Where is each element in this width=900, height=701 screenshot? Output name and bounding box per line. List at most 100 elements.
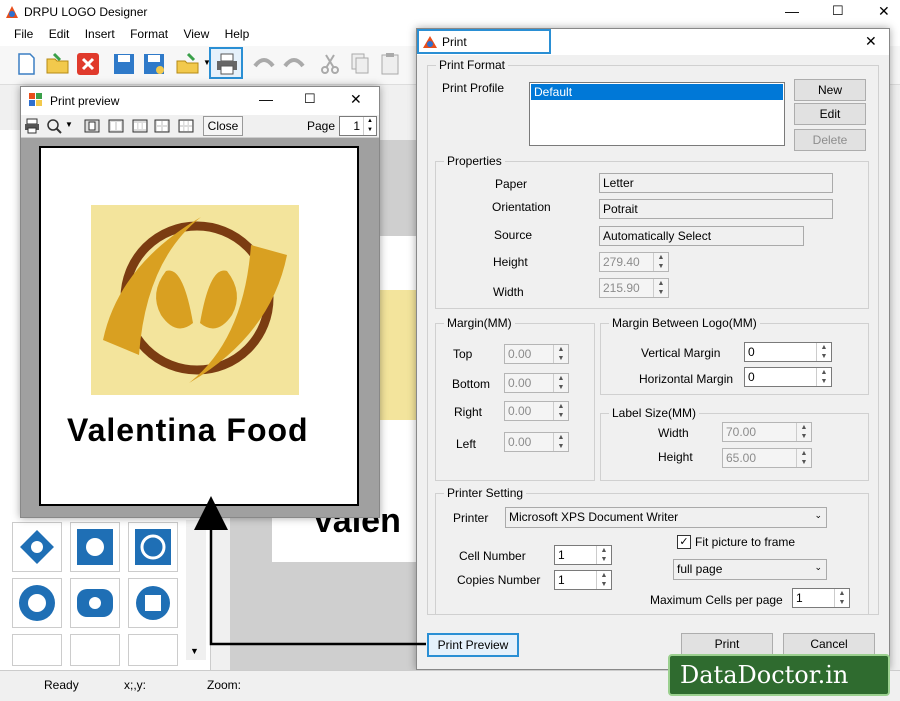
properties-title: Properties [444, 154, 505, 168]
six-pages-icon[interactable] [178, 119, 194, 133]
shapes-scrollbar[interactable]: ▼ [186, 520, 206, 660]
menu-insert[interactable]: Insert [79, 24, 121, 44]
margin-title: Margin(MM) [444, 316, 515, 330]
printer-setting-title: Printer Setting [444, 486, 527, 500]
paper-field[interactable]: Letter [599, 173, 833, 193]
printer-select[interactable]: Microsoft XPS Document Writer ⌄ [505, 507, 827, 528]
preview-close-label-button[interactable]: Close [203, 116, 243, 136]
menu-help[interactable]: Help [219, 24, 256, 44]
cut-icon[interactable] [316, 50, 344, 78]
scroll-down-icon[interactable]: ▼ [190, 646, 199, 656]
swirl-shape-icon [135, 529, 171, 565]
fit-mode-dropdown-icon[interactable]: ⌄ [814, 562, 822, 573]
shape-tile[interactable] [128, 522, 178, 572]
orientation-field[interactable]: Potrait [599, 199, 833, 219]
printer-icon [217, 53, 237, 75]
menu-file[interactable]: File [8, 24, 39, 44]
new-profile-button[interactable]: New [794, 79, 866, 101]
four-pages-icon[interactable] [154, 119, 170, 133]
margin-top-label: Top [453, 347, 473, 361]
label-height-spinner[interactable]: 65.00 ▲ ▼ [722, 448, 812, 468]
page-spinner[interactable]: 1 ▲ ▼ [339, 116, 377, 136]
new-file-icon[interactable] [12, 50, 40, 78]
save-as-icon[interactable] [140, 50, 168, 78]
source-field[interactable]: Automatically Select [599, 226, 804, 246]
shape-tile[interactable] [12, 522, 62, 572]
preview-close-button[interactable]: ✕ [350, 91, 362, 108]
print-toolbar-button[interactable] [209, 47, 243, 79]
print-profile-list[interactable]: Default [529, 82, 785, 146]
cell-number-spinner[interactable]: 1 ▲ ▼ [554, 545, 612, 565]
margin-bottom-value: 0.00 [508, 376, 532, 390]
close-button[interactable]: ✕ [878, 3, 890, 20]
label-height-value: 65.00 [726, 451, 757, 465]
paper-height-spinner[interactable]: 279.40 ▲ ▼ [599, 252, 669, 272]
print-dialog: Print ✕ Print Format Print Profile Defau… [416, 28, 890, 670]
menu-view[interactable]: View [177, 24, 215, 44]
copy-icon[interactable] [346, 50, 374, 78]
one-page-icon[interactable] [84, 119, 100, 133]
paper-height-value: 279.40 [603, 255, 640, 269]
print-dialog-close-button[interactable]: ✕ [865, 33, 877, 50]
open-folder-icon[interactable] [44, 50, 72, 78]
delete-icon[interactable] [74, 50, 102, 78]
horizontal-margin-spinner[interactable]: 0 ▲ ▼ [744, 367, 832, 387]
margin-top-spinner[interactable]: 0.00 ▲ ▼ [504, 344, 569, 364]
paper-width-value: 215.90 [603, 281, 640, 295]
preview-minimize-button[interactable]: — [259, 91, 273, 107]
copies-number-label: Copies Number [457, 573, 541, 587]
printer-dropdown-icon[interactable]: ⌄ [814, 510, 822, 521]
margin-right-spinner[interactable]: 0.00 ▲ ▼ [504, 401, 569, 421]
label-size-title: Label Size(MM) [609, 406, 700, 420]
max-cells-spinner[interactable]: 1 ▲ ▼ [792, 588, 850, 608]
print-button[interactable]: Print [681, 633, 773, 655]
margin-bottom-spinner[interactable]: 0.00 ▲ ▼ [504, 373, 569, 393]
preview-maximize-button[interactable]: ☐ [304, 91, 316, 107]
delete-profile-button[interactable]: Delete [794, 129, 866, 151]
copies-number-spinner[interactable]: 1 ▲ ▼ [554, 570, 612, 590]
fit-picture-checkbox[interactable]: ✓ [677, 535, 691, 549]
shape-tile[interactable] [128, 634, 178, 666]
maximize-button[interactable]: ☐ [832, 3, 844, 19]
menu-format[interactable]: Format [124, 24, 174, 44]
page-spinner-arrows[interactable]: ▲ ▼ [363, 117, 376, 135]
app-title-bar: DRPU LOGO Designer — ☐ ✕ [0, 0, 900, 24]
shape-tile[interactable] [70, 522, 120, 572]
zoom-dropdown-icon[interactable]: ▼ [65, 120, 73, 129]
minimize-button[interactable]: — [785, 3, 799, 19]
label-width-label: Width [658, 426, 689, 440]
print-preview-button[interactable]: Print Preview [427, 633, 519, 657]
preview-window-icon [29, 93, 42, 106]
shape-tile[interactable] [70, 634, 120, 666]
edit-profile-button[interactable]: Edit [794, 103, 866, 125]
redo-icon[interactable] [280, 50, 308, 78]
zoom-icon[interactable] [46, 118, 62, 134]
preview-area: Valentina Food [21, 138, 379, 517]
shape-tile[interactable] [12, 578, 62, 628]
margin-between-title: Margin Between Logo(MM) [609, 316, 760, 330]
shape-tile[interactable] [128, 578, 178, 628]
paper-width-spinner[interactable]: 215.90 ▲ ▼ [599, 278, 669, 298]
export-icon[interactable] [174, 50, 202, 78]
horizontal-margin-label: Horizontal Margin [639, 372, 734, 386]
cancel-button[interactable]: Cancel [783, 633, 875, 655]
profile-item-default[interactable]: Default [531, 84, 783, 100]
menu-edit[interactable]: Edit [43, 24, 76, 44]
two-pages-icon[interactable] [108, 119, 124, 133]
margin-top-value: 0.00 [508, 347, 532, 361]
save-icon[interactable] [110, 50, 138, 78]
paste-icon[interactable] [376, 50, 404, 78]
margin-left-spinner[interactable]: 0.00 ▲ ▼ [504, 432, 569, 452]
shape-tile[interactable] [12, 634, 62, 666]
vertical-margin-spinner[interactable]: 0 ▲ ▼ [744, 342, 832, 362]
margin-left-label: Left [456, 437, 477, 451]
ornament-shape-icon [136, 586, 170, 620]
three-pages-icon[interactable] [132, 119, 148, 133]
label-width-spinner[interactable]: 70.00 ▲ ▼ [722, 422, 812, 442]
print-profile-label: Print Profile [442, 81, 505, 95]
printer-label: Printer [453, 511, 489, 525]
undo-icon[interactable] [250, 50, 278, 78]
preview-print-icon[interactable] [24, 118, 40, 134]
shape-tile[interactable] [70, 578, 120, 628]
fit-mode-select[interactable]: full page ⌄ [673, 559, 827, 580]
